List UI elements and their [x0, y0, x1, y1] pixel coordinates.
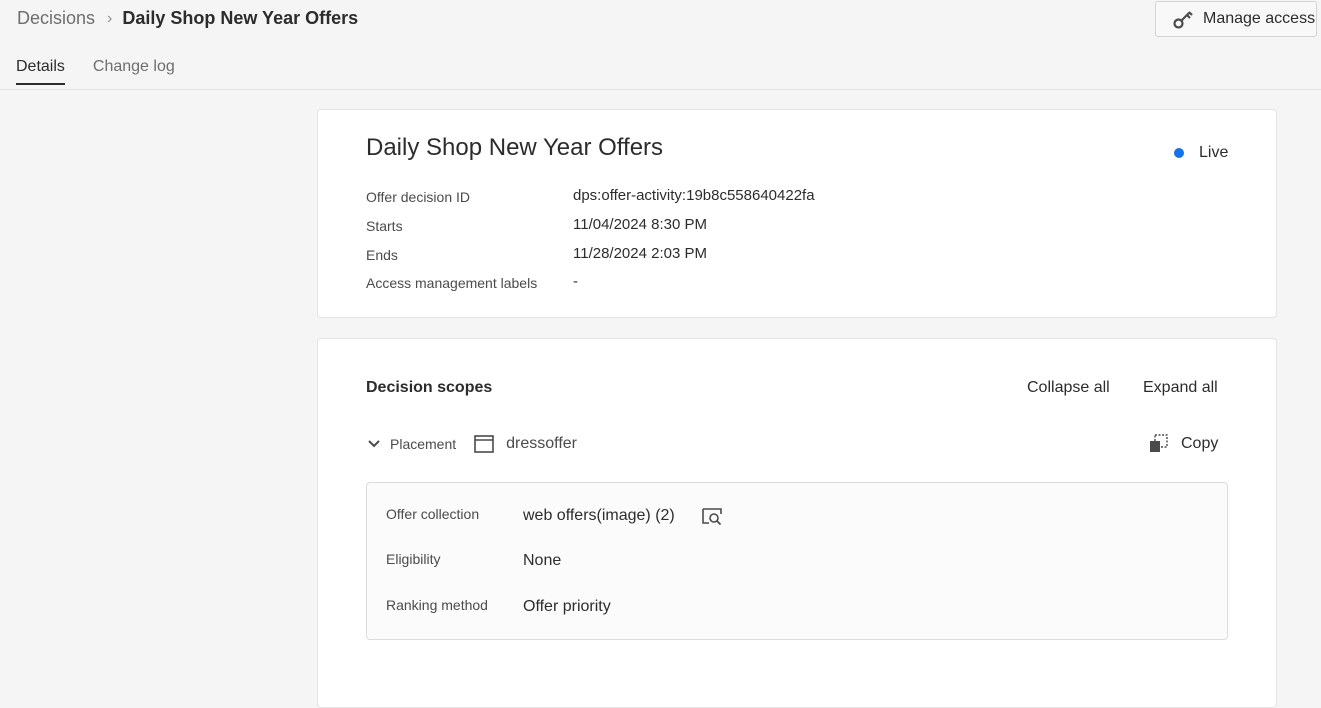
page-title: Daily Shop New Year Offers [122, 8, 359, 28]
decision-scopes-card: Decision scopes Collapse all Expand all … [317, 338, 1277, 708]
placement-name: dressoffer [506, 435, 578, 452]
placement-label: Placement [390, 436, 457, 452]
status-badge: Live [1174, 144, 1228, 162]
starts-value: 11/04/2024 8:30 PM [573, 216, 707, 233]
offer-decision-id-label: Offer decision ID [366, 189, 471, 205]
ends-value: 11/28/2024 2:03 PM [573, 245, 707, 262]
preview-search-icon[interactable] [701, 505, 723, 527]
placement-row: Placement dressoffer [366, 435, 577, 453]
key-icon [1173, 11, 1193, 29]
manage-access-label: Manage access [1203, 10, 1316, 27]
ranking-method-label: Ranking method [386, 597, 488, 613]
page-header: Decisions › Daily Shop New Year Offers M… [0, 0, 1321, 90]
manage-access-button[interactable]: Manage access [1155, 1, 1317, 37]
web-placement-icon [474, 435, 494, 453]
tab-change-log[interactable]: Change log [93, 58, 175, 85]
breadcrumb: Decisions › Daily Shop New Year Offers [17, 8, 358, 29]
offer-collection-label: Offer collection [386, 506, 480, 522]
tab-details[interactable]: Details [16, 58, 65, 85]
breadcrumb-separator-icon: › [107, 9, 113, 27]
copy-label: Copy [1181, 435, 1219, 452]
offer-decision-id-value: dps:offer-activity:19b8c558640422fa [573, 187, 815, 204]
ranking-method-value: Offer priority [523, 598, 611, 615]
breadcrumb-decisions-link[interactable]: Decisions [17, 8, 95, 29]
placement-properties-panel: Offer collection web offers(image) (2) E… [366, 482, 1228, 640]
offer-details-card: Daily Shop New Year Offers Live Offer de… [317, 109, 1277, 318]
collapse-all-button[interactable]: Collapse all [1027, 379, 1110, 397]
offer-collection-value: web offers(image) (2) [523, 507, 675, 524]
status-label: Live [1199, 144, 1229, 161]
offer-title: Daily Shop New Year Offers [366, 134, 664, 161]
chevron-down-icon[interactable] [366, 436, 382, 452]
eligibility-value: None [523, 552, 562, 569]
ends-label: Ends [366, 247, 398, 263]
copy-icon [1150, 434, 1168, 452]
expand-all-button[interactable]: Expand all [1143, 379, 1218, 397]
status-dot-icon [1174, 148, 1184, 158]
decision-scopes-title: Decision scopes [366, 379, 493, 396]
eligibility-label: Eligibility [386, 551, 441, 567]
copy-button[interactable]: Copy [1148, 433, 1218, 455]
access-labels-label: Access management labels [366, 275, 538, 291]
tabs-divider [0, 89, 1321, 90]
tab-bar: Details Change log [16, 58, 203, 85]
starts-label: Starts [366, 218, 403, 234]
access-labels-value: - [573, 273, 578, 290]
